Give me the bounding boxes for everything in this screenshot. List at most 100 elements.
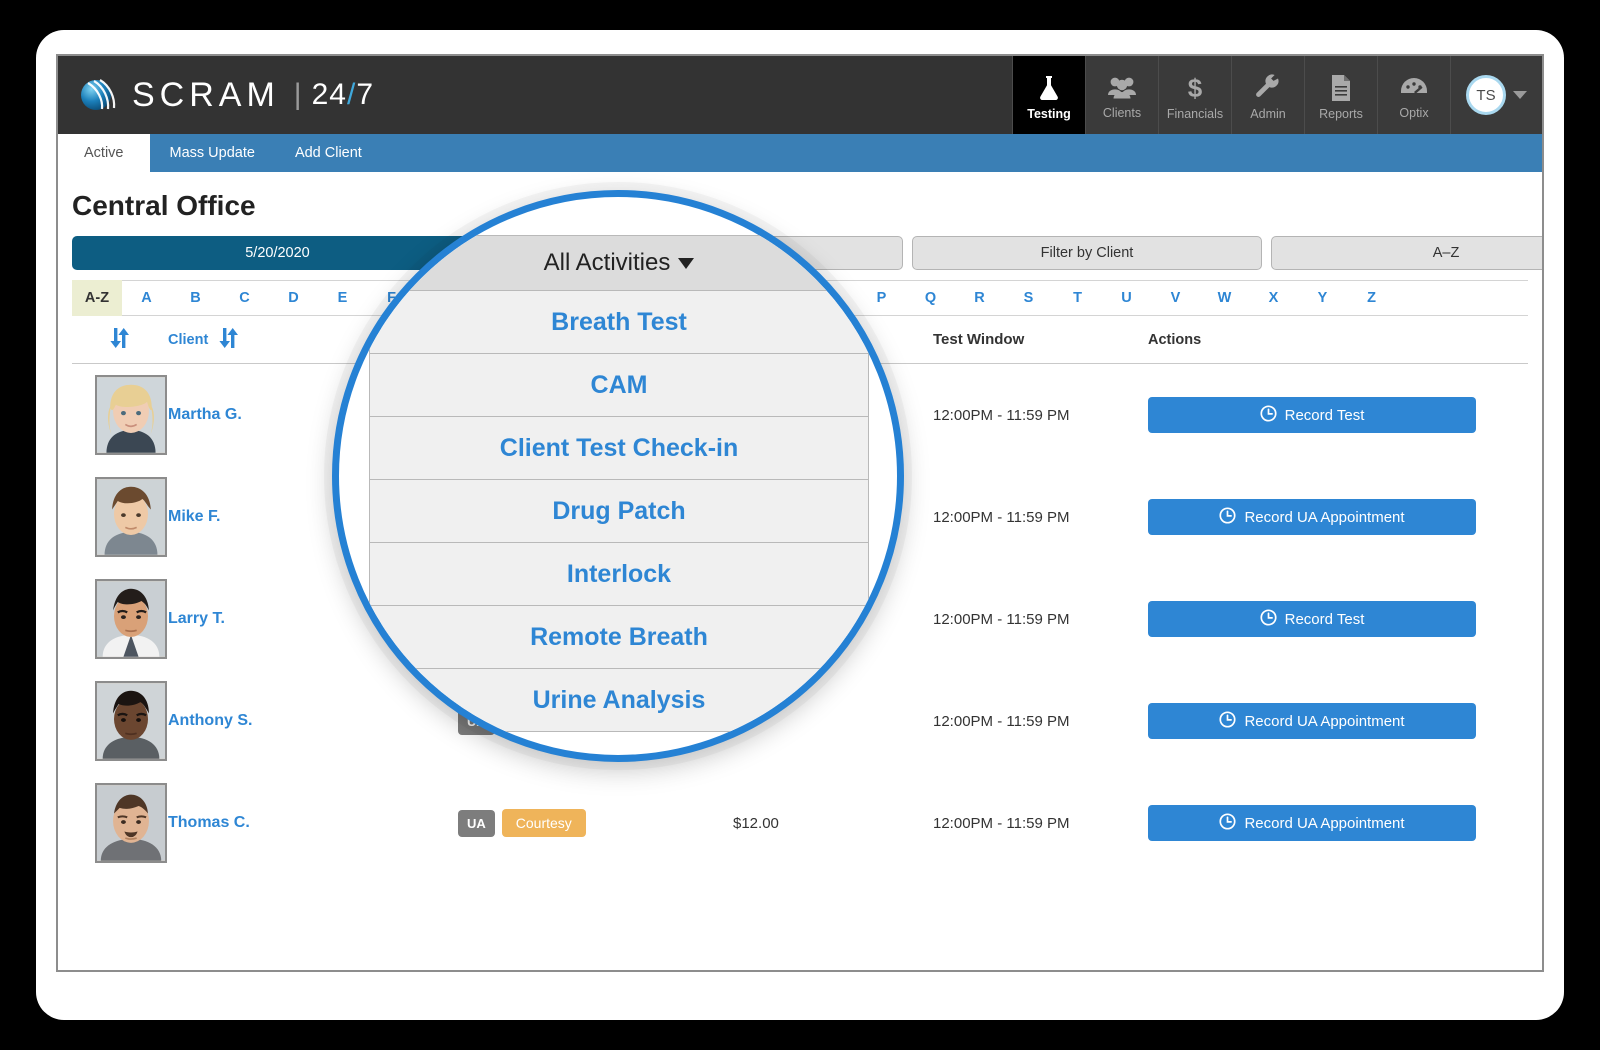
magnifier-lens: All Activities Breath Test CAM Client Te… xyxy=(332,190,904,762)
app-screen: SCRAM | 24/7 Testing Clients $ Financial… xyxy=(56,54,1544,972)
avatar xyxy=(95,681,167,761)
row-thumbnail-cell xyxy=(72,477,168,557)
az-sort-label: A–Z xyxy=(1432,245,1460,261)
nav-label-optix: Optix xyxy=(1399,105,1429,120)
nav-item-reports[interactable]: Reports xyxy=(1304,56,1377,134)
alpha-letter-y[interactable]: Y xyxy=(1298,290,1347,306)
avatar xyxy=(95,477,167,557)
sort-toggle-rownum[interactable] xyxy=(72,327,168,353)
dropdown-option-urine-analysis[interactable]: Urine Analysis xyxy=(369,669,869,732)
clock-icon xyxy=(1219,710,1237,732)
alpha-letter-c[interactable]: C xyxy=(220,290,269,306)
alpha-letter-x[interactable]: X xyxy=(1249,290,1298,306)
client-filter-label: Filter by Client xyxy=(1040,245,1134,261)
brand-24: 24 xyxy=(311,78,347,111)
record-test-button[interactable]: Record Test xyxy=(1148,397,1476,433)
user-menu[interactable]: TS xyxy=(1450,56,1542,134)
dropdown-option-remote-breath[interactable]: Remote Breath xyxy=(369,606,869,669)
tab-label-mass-update: Mass Update xyxy=(169,145,255,161)
client-name: Martha G. xyxy=(168,406,242,423)
az-sort-button[interactable]: A–Z xyxy=(1271,236,1542,270)
alpha-chip-az[interactable]: A-Z xyxy=(72,280,122,316)
tab-mass-update[interactable]: Mass Update xyxy=(150,134,275,172)
alpha-letter-w[interactable]: W xyxy=(1200,290,1249,306)
nav-label-reports: Reports xyxy=(1319,106,1363,121)
nav-item-clients[interactable]: Clients xyxy=(1085,56,1158,134)
avatar xyxy=(95,783,167,863)
table-row[interactable]: Thomas C. UA Courtesy $12.00 12:00PM - 1… xyxy=(72,772,1528,874)
client-name: Anthony S. xyxy=(168,712,253,729)
record-ua-appointment-button[interactable]: Record UA Appointment xyxy=(1148,805,1476,841)
alpha-letter-t[interactable]: T xyxy=(1053,290,1102,306)
brand-7: 7 xyxy=(356,78,374,111)
alpha-letter-u[interactable]: U xyxy=(1102,290,1151,306)
alpha-letter-d[interactable]: D xyxy=(269,290,318,306)
alpha-letter-z[interactable]: Z xyxy=(1347,290,1396,306)
activities-dropdown: All Activities Breath Test CAM Client Te… xyxy=(369,235,869,732)
tab-active[interactable]: Active xyxy=(58,134,150,172)
avatar xyxy=(95,579,167,659)
brand-logo[interactable]: SCRAM | 24/7 xyxy=(58,56,1012,134)
record-ua-appointment-label: Record UA Appointment xyxy=(1244,814,1405,832)
dropdown-option-breath-test[interactable]: Breath Test xyxy=(369,291,869,354)
row-thumbnail-cell xyxy=(72,783,168,863)
dropdown-option-interlock[interactable]: Interlock xyxy=(369,543,869,606)
alpha-letter-r[interactable]: R xyxy=(955,290,1004,306)
document-icon xyxy=(1329,74,1353,102)
row-type-cell: UA Courtesy xyxy=(458,809,733,837)
nav-item-financials[interactable]: $ Financials xyxy=(1158,56,1231,134)
clock-icon xyxy=(1260,404,1277,426)
tab-label-active: Active xyxy=(84,145,124,161)
tab-add-client[interactable]: Add Client xyxy=(275,134,382,172)
avatar[interactable]: TS xyxy=(1466,75,1506,115)
device-frame: SCRAM | 24/7 Testing Clients $ Financial… xyxy=(36,30,1564,1020)
alpha-letter-a[interactable]: A xyxy=(122,290,171,306)
dropdown-option-cam[interactable]: CAM xyxy=(369,354,869,417)
nav-item-testing[interactable]: Testing xyxy=(1012,56,1085,134)
flask-icon xyxy=(1036,74,1062,102)
alpha-letter-q[interactable]: Q xyxy=(906,290,955,306)
record-ua-appointment-label: Record UA Appointment xyxy=(1244,508,1405,526)
nav-item-optix[interactable]: Optix xyxy=(1377,56,1450,134)
nav-label-financials: Financials xyxy=(1166,106,1224,121)
alpha-letter-b[interactable]: B xyxy=(171,290,220,306)
client-name-link[interactable]: Thomas C. xyxy=(168,814,458,832)
alpha-letter-e[interactable]: E xyxy=(318,290,367,306)
date-filter-label: 5/20/2020 xyxy=(245,245,310,261)
client-filter-button[interactable]: Filter by Client xyxy=(912,236,1262,270)
caret-down-icon xyxy=(678,257,695,269)
record-ua-appointment-button[interactable]: Record UA Appointment xyxy=(1148,703,1476,739)
client-name: Larry T. xyxy=(168,610,225,627)
wrench-icon xyxy=(1254,73,1282,102)
alpha-letter-s[interactable]: S xyxy=(1004,290,1053,306)
brand-247: 24/7 xyxy=(312,78,374,112)
activities-dropdown-toggle[interactable]: All Activities xyxy=(369,235,869,291)
row-fee: $12.00 xyxy=(733,814,779,832)
sort-arrows-icon xyxy=(216,327,242,353)
clock-icon xyxy=(1219,506,1237,528)
record-test-button[interactable]: Record Test xyxy=(1148,601,1476,637)
alpha-letter-v[interactable]: V xyxy=(1151,290,1200,306)
tab-label-add-client: Add Client xyxy=(294,145,362,161)
row-thumbnail-cell xyxy=(72,579,168,659)
avatar-initials: TS xyxy=(1476,86,1496,104)
nav-icon-group: Testing Clients $ Financials Admin Repor… xyxy=(1012,56,1450,134)
record-ua-appointment-button[interactable]: Record UA Appointment xyxy=(1148,499,1476,535)
chevron-down-icon[interactable] xyxy=(1513,91,1527,99)
record-test-label: Record Test xyxy=(1284,610,1365,628)
nav-item-admin[interactable]: Admin xyxy=(1231,56,1304,134)
top-navigation-bar: SCRAM | 24/7 Testing Clients $ Financial… xyxy=(58,56,1542,134)
row-test-window: 12:00PM - 11:59 PM xyxy=(933,508,1070,526)
people-icon xyxy=(1107,75,1137,101)
column-header-window: Test Window xyxy=(933,331,1025,348)
dropdown-option-drug-patch[interactable]: Drug Patch xyxy=(369,480,869,543)
sort-arrows-icon xyxy=(107,327,133,353)
clock-icon xyxy=(1219,812,1237,834)
row-actions-cell: Record UA Appointment xyxy=(1148,805,1528,841)
nav-label-testing: Testing xyxy=(1027,106,1071,121)
dropdown-option-client-test-check-in[interactable]: Client Test Check-in xyxy=(369,417,869,480)
nav-label-clients: Clients xyxy=(1102,105,1142,120)
row-test-window: 12:00PM - 11:59 PM xyxy=(933,814,1070,832)
brand-name: SCRAM xyxy=(132,75,280,114)
row-actions-cell: Record Test xyxy=(1148,601,1528,637)
